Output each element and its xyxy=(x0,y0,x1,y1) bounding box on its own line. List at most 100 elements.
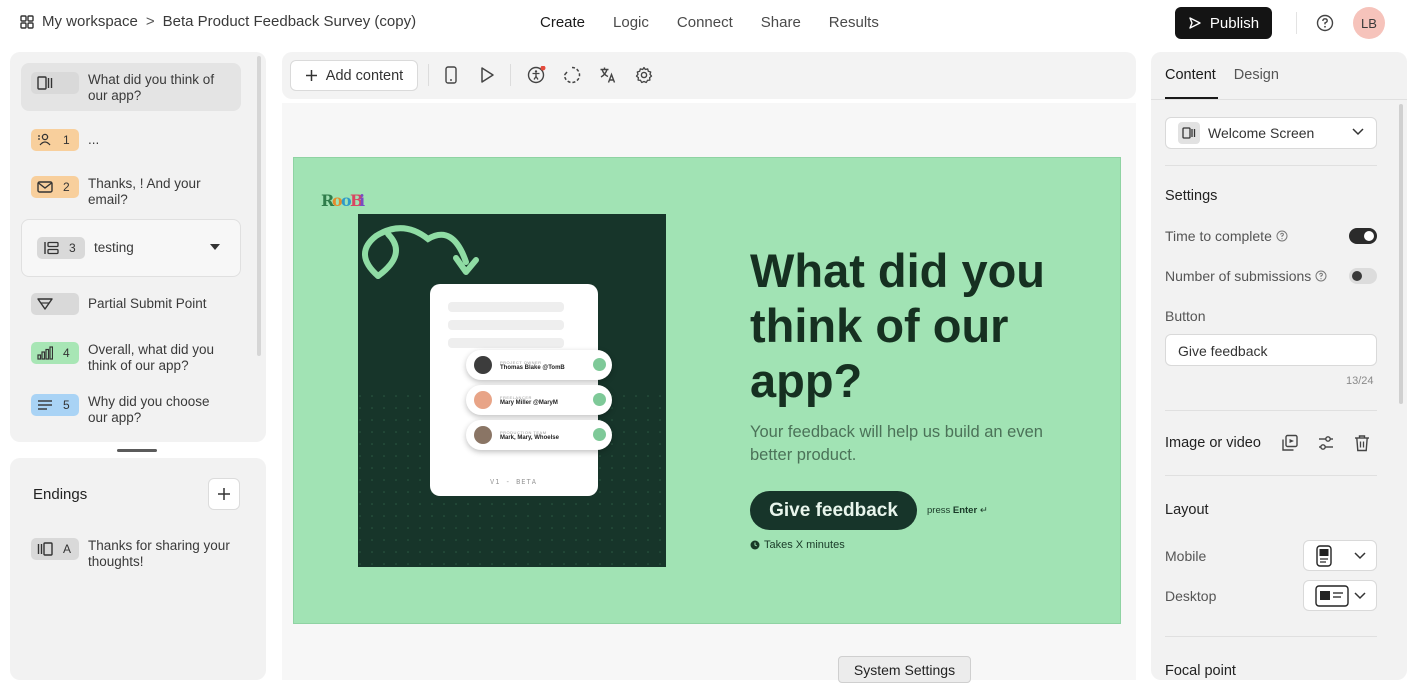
brand-logo: R o o B i xyxy=(321,190,365,210)
settings-title: Settings xyxy=(1165,188,1218,204)
question-item-3: 3 testing xyxy=(37,237,227,259)
tab-results[interactable]: Results xyxy=(829,14,879,31)
help-icon[interactable] xyxy=(1316,14,1334,32)
add-content-button[interactable]: Add content xyxy=(290,60,418,91)
mockup-row: FREELANCER Mary Miller @MaryM xyxy=(466,385,612,415)
media-actions xyxy=(1281,434,1371,452)
scrollbar[interactable] xyxy=(1399,104,1403,404)
info-icon[interactable] xyxy=(1276,230,1288,242)
loading-spinner-icon[interactable] xyxy=(563,66,581,84)
welcome-headline[interactable]: What did you think of our app? xyxy=(750,243,1080,408)
breadcrumb-survey-title[interactable]: Beta Product Feedback Survey (copy) xyxy=(163,13,416,30)
long-text-icon: 5 xyxy=(31,394,79,416)
question-text-line2: think of our app? xyxy=(88,358,189,373)
accessibility-icon[interactable] xyxy=(527,66,547,84)
mobile-layout-select[interactable] xyxy=(1303,540,1377,571)
welcome-description[interactable]: Your feedback will help us build an even… xyxy=(750,421,1070,467)
divider xyxy=(1296,12,1297,34)
divider xyxy=(1165,410,1377,411)
panel-resize-handle[interactable] xyxy=(117,449,157,452)
press-prefix: press xyxy=(927,505,953,516)
partial-submit-item[interactable]: Partial Submit Point xyxy=(21,293,241,315)
tab-create[interactable]: Create xyxy=(540,14,585,31)
welcome-screen-icon xyxy=(31,72,79,94)
trash-icon[interactable] xyxy=(1353,434,1371,452)
question-text: Overall, what did you think of our app? xyxy=(88,342,214,374)
desktop-layout-select[interactable] xyxy=(1303,580,1377,611)
tab-share[interactable]: Share xyxy=(761,14,801,31)
screen-type-value: Welcome Screen xyxy=(1208,125,1315,141)
question-text: testing xyxy=(94,240,134,255)
time-estimate-text: Takes X minutes xyxy=(764,539,845,551)
mockup-name: Mark, Mary, Whoelse xyxy=(500,434,559,441)
avatar xyxy=(474,356,492,374)
question-item-5[interactable]: 5 Why did you choose our app? xyxy=(21,394,241,426)
breadcrumb: My workspace > Beta Product Feedback Sur… xyxy=(20,13,416,30)
question-group-3[interactable]: 3 testing xyxy=(21,219,241,277)
mockup-row-text: PRODUCTION TEAM Mark, Mary, Whoelse xyxy=(500,430,559,441)
question-text-line1: Why did you choose xyxy=(88,394,210,409)
tab-connect[interactable]: Connect xyxy=(677,14,733,31)
welcome-screen-preview[interactable]: R o o B i V1 - BETA PROJECT OWNER Thomas… xyxy=(293,157,1121,624)
image-gallery-icon[interactable] xyxy=(1281,434,1299,452)
endings-panel: Endings A Thanks for sharing your though… xyxy=(10,458,266,680)
main-nav: Create Logic Connect Share Results xyxy=(540,14,879,31)
question-group-icon: 3 xyxy=(37,237,85,259)
question-item-2[interactable]: 2 Thanks, ! And your email? xyxy=(21,176,241,208)
mobile-preview-icon[interactable] xyxy=(444,66,458,84)
press-enter-hint: press Enter ↵ xyxy=(927,505,988,516)
avatar[interactable]: LB xyxy=(1353,7,1385,39)
layout-title: Layout xyxy=(1165,502,1209,518)
tab-logic[interactable]: Logic xyxy=(613,14,649,31)
question-item-welcome[interactable]: What did you think of our app? xyxy=(21,63,241,111)
enter-key: Enter xyxy=(952,505,978,516)
publish-label: Publish xyxy=(1209,14,1260,32)
publish-button[interactable]: Publish xyxy=(1175,7,1272,39)
clock-icon xyxy=(750,540,760,550)
mockup-version: V1 - BETA xyxy=(490,478,537,486)
divider xyxy=(1165,165,1377,166)
divider xyxy=(1151,99,1407,100)
toggle-knob xyxy=(1352,271,1362,281)
ending-text: Thanks for sharing your thoughts! xyxy=(88,538,230,570)
screen-type-select[interactable]: Welcome Screen xyxy=(1165,117,1377,149)
ending-screen-icon: A xyxy=(31,538,79,560)
translate-icon[interactable] xyxy=(599,66,617,84)
rating-icon: 4 xyxy=(31,342,79,364)
scrollbar[interactable] xyxy=(257,56,261,356)
play-preview-icon[interactable] xyxy=(479,66,495,84)
question-text: ... xyxy=(88,132,100,147)
adjust-sliders-icon[interactable] xyxy=(1317,434,1335,452)
question-item-1[interactable]: 1 ... xyxy=(21,129,241,151)
submissions-label: Number of submissions xyxy=(1165,268,1327,284)
add-ending-button[interactable] xyxy=(208,478,240,510)
top-bar: My workspace > Beta Product Feedback Sur… xyxy=(0,0,1413,46)
question-text-line1: Thanks, ! And your xyxy=(88,176,201,191)
question-text: Why did you choose our app? xyxy=(88,394,210,426)
ending-letter: A xyxy=(63,542,72,556)
tab-content[interactable]: Content xyxy=(1165,67,1216,83)
question-text-line2: email? xyxy=(88,192,128,207)
mockup-row-text: PROJECT OWNER Thomas Blake @TomB xyxy=(500,360,565,371)
svg-text:i: i xyxy=(359,191,365,210)
chevron-down-icon xyxy=(1354,552,1366,560)
button-text-input[interactable]: Give feedback xyxy=(1165,334,1377,366)
give-feedback-button[interactable]: Give feedback xyxy=(750,491,917,530)
system-settings-tooltip: System Settings xyxy=(838,656,971,683)
avatar xyxy=(474,426,492,444)
question-item-4[interactable]: 4 Overall, what did you think of our app… xyxy=(21,342,241,374)
question-number: 4 xyxy=(63,346,70,360)
grid-icon[interactable] xyxy=(20,14,34,29)
submissions-toggle[interactable] xyxy=(1349,268,1377,284)
button-label: Button xyxy=(1165,308,1206,324)
ending-item[interactable]: A Thanks for sharing your thoughts! xyxy=(21,538,241,570)
gear-icon[interactable] xyxy=(635,66,653,84)
tab-design[interactable]: Design xyxy=(1234,67,1279,83)
check-icon xyxy=(593,393,606,406)
info-icon[interactable] xyxy=(1315,270,1327,282)
divider xyxy=(1165,475,1377,476)
time-to-complete-toggle[interactable] xyxy=(1349,228,1377,244)
divider xyxy=(428,64,429,86)
caret-down-icon[interactable] xyxy=(210,244,220,251)
breadcrumb-workspace[interactable]: My workspace xyxy=(42,13,138,30)
